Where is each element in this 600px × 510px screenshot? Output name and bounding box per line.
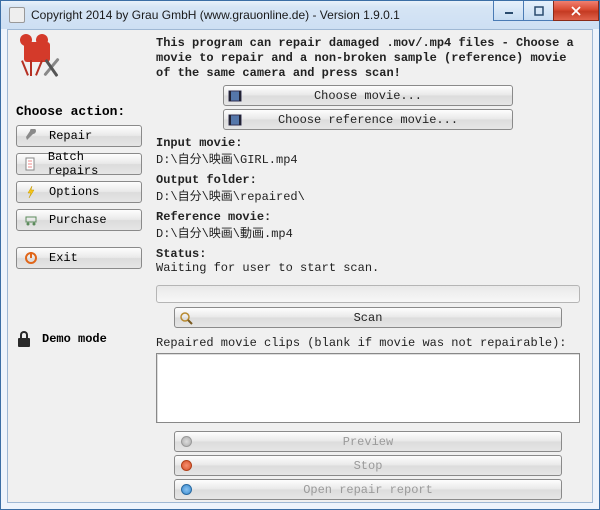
close-icon [570,6,582,16]
reference-movie-field: Reference movie: D:\自分\映画\動画.mp4 [156,210,580,241]
exit-button[interactable]: Exit [16,247,142,269]
batch-button-label: Batch repairs [48,150,135,178]
close-button[interactable] [553,1,599,21]
info-icon [175,484,197,495]
open-report-label: Open repair report [197,483,561,497]
stop-button-label: Stop [197,459,561,473]
repaired-clips-label: Repaired movie clips (blank if movie was… [156,336,580,350]
document-icon [23,156,38,172]
scan-button-label: Scan [197,311,561,325]
repair-button-label: Repair [49,129,92,143]
choose-reference-button[interactable]: Choose reference movie... [223,109,513,130]
repair-button[interactable]: Repair [16,125,142,147]
film-icon [224,114,246,126]
demo-mode-label: Demo mode [42,332,107,346]
output-folder-label: Output folder: [156,173,580,187]
minimize-icon [504,6,514,16]
demo-mode-row: Demo mode [16,331,142,347]
output-folder-value: D:\自分\映画\repaired\ [156,187,580,204]
app-logo-icon [20,40,62,82]
sidebar: Choose action: Repair Batch repairs Opti… [8,30,150,502]
wrench-icon [23,128,39,144]
choose-movie-button[interactable]: Choose movie... [223,85,513,106]
lock-icon [16,331,32,347]
progress-bar [156,285,580,303]
film-icon [224,90,246,102]
cart-icon [23,212,39,228]
open-report-button[interactable]: Open repair report [174,479,562,500]
preview-button-label: Preview [197,435,561,449]
app-window: Copyright 2014 by Grau GmbH (www.grauonl… [0,0,600,510]
status-label: Status: [156,247,580,261]
app-icon [9,7,25,23]
input-movie-label: Input movie: [156,136,580,150]
status-value: Waiting for user to start scan. [156,261,580,275]
choose-reference-label: Choose reference movie... [246,113,512,127]
options-button[interactable]: Options [16,181,142,203]
magnifier-icon [175,311,197,325]
choose-action-label: Choose action: [16,104,142,119]
preview-button[interactable]: Preview [174,431,562,452]
window-title: Copyright 2014 by Grau GmbH (www.grauonl… [31,8,400,22]
output-folder-field: Output folder: D:\自分\映画\repaired\ [156,173,580,204]
repaired-clips-list[interactable] [156,353,580,423]
main-panel: This program can repair damaged .mov/.mp… [150,30,592,502]
lightning-icon [23,184,39,200]
bottom-buttons: Preview Stop O [156,431,580,500]
exit-button-label: Exit [49,251,78,265]
purchase-button[interactable]: Purchase [16,209,142,231]
input-movie-field: Input movie: D:\自分\映画\GIRL.mp4 [156,136,580,167]
intro-text: This program can repair damaged .mov/.mp… [156,36,580,81]
status-field: Status: Waiting for user to start scan. [156,247,580,275]
choose-movie-label: Choose movie... [246,89,512,103]
play-icon [175,436,197,447]
client-area: Choose action: Repair Batch repairs Opti… [7,29,593,503]
titlebar: Copyright 2014 by Grau GmbH (www.grauonl… [1,1,599,29]
power-icon [23,250,39,266]
purchase-button-label: Purchase [49,213,107,227]
input-movie-value: D:\自分\映画\GIRL.mp4 [156,150,580,167]
stop-icon [175,460,197,471]
window-controls [493,1,599,21]
batch-repairs-button[interactable]: Batch repairs [16,153,142,175]
scan-button[interactable]: Scan [174,307,562,328]
minimize-button[interactable] [493,1,523,21]
options-button-label: Options [49,185,99,199]
reference-movie-value: D:\自分\映画\動画.mp4 [156,224,580,241]
maximize-button[interactable] [523,1,553,21]
stop-button[interactable]: Stop [174,455,562,476]
maximize-icon [534,6,544,16]
reference-movie-label: Reference movie: [156,210,580,224]
